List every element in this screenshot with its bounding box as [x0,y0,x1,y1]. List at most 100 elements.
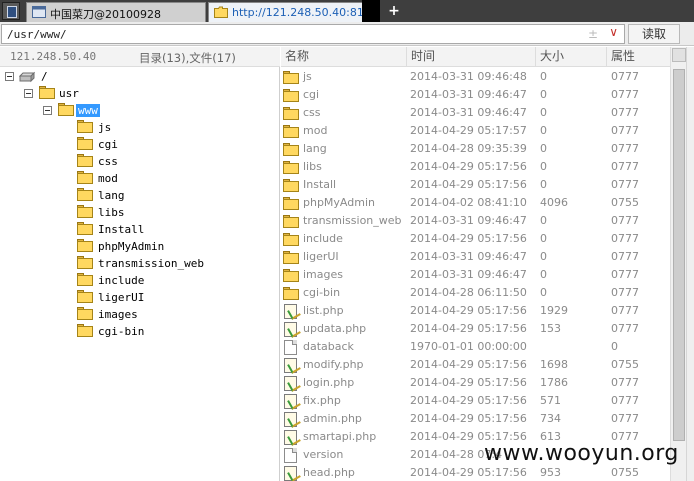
file-row[interactable]: include 2014-04-29 05:17:56 0 0777 [281,230,670,248]
file-row[interactable]: fix.php 2014-04-29 05:17:56 571 0777 [281,392,670,410]
tree-node-include[interactable]: include [77,273,267,290]
tree-node-ligerui[interactable]: ligerUI [77,290,267,307]
collapse-icon[interactable] [5,72,14,81]
tree-node-root[interactable]: / [5,69,125,86]
file-row[interactable]: admin.php 2014-04-29 05:17:56 734 0777 [281,410,670,428]
tree-node-transmission_web[interactable]: transmission_web [77,256,267,273]
php-file-icon [283,412,299,427]
side-strip [686,47,694,481]
tree-node-mod[interactable]: mod [77,171,267,188]
file-name: Install [303,178,337,191]
file-time: 2014-03-31 09:46:47 [410,250,527,263]
file-size: 153 [540,322,561,335]
file-name: ligerUI [303,250,339,263]
file-row[interactable]: cgi 2014-03-31 09:46:47 0 0777 [281,86,670,104]
folder-icon [77,239,93,253]
file-name: list.php [303,304,344,317]
folder-icon [214,6,228,18]
file-name: modify.php [303,358,364,371]
host-ip: 121.248.50.40 [10,50,97,63]
collapse-icon[interactable] [43,106,52,115]
column-header-size[interactable]: 大小 [536,47,607,67]
file-name: mod [303,124,328,137]
column-header-perm[interactable]: 属性 [607,47,670,67]
new-tab-button[interactable]: + [386,3,402,19]
path-input[interactable]: /usr/www/ ± ∨ [1,24,625,44]
file-size: 0 [540,250,547,263]
file-row[interactable]: list.php 2014-04-29 05:17:56 1929 0777 [281,302,670,320]
column-header-time[interactable]: 时间 [407,47,536,67]
tree-node-install[interactable]: Install [77,222,267,239]
tab-remote-host[interactable]: http://121.248.50.40:8181/ [208,2,380,22]
file-perm: 0777 [611,412,639,425]
file-name: smartapi.php [303,430,377,443]
file-row[interactable]: mod 2014-04-29 05:17:57 0 0777 [281,122,670,140]
file-row[interactable]: updata.php 2014-04-29 05:17:56 153 0777 [281,320,670,338]
file-row[interactable]: head.php 2014-04-29 05:17:56 953 0755 [281,464,670,481]
file-time: 2014-04-28 06:11:50 [410,286,527,299]
file-row[interactable]: lang 2014-04-28 09:35:39 0 0777 [281,140,670,158]
tab-chopper[interactable]: 中国菜刀@20100928 [26,2,206,22]
tree-node-images[interactable]: images [77,307,267,324]
folder-icon [77,273,93,287]
folder-icon [77,222,93,236]
file-time: 1970-01-01 00:00:00 [410,340,527,353]
file-row[interactable]: databack 1970-01-01 00:00:00 0 [281,338,670,356]
file-perm: 0755 [611,466,639,479]
column-header-name[interactable]: 名称 [281,47,407,67]
file-time: 2014-04-29 05:17:56 [410,394,527,407]
file-row[interactable]: images 2014-03-31 09:46:47 0 0777 [281,266,670,284]
file-row[interactable]: modify.php 2014-04-29 05:17:56 1698 0755 [281,356,670,374]
tree-node-phpmyadmin[interactable]: phpMyAdmin [77,239,267,256]
file-row[interactable]: cgi-bin 2014-04-28 06:11:50 0 0777 [281,284,670,302]
file-time: 2014-04-02 08:41:10 [410,196,527,209]
file-name: updata.php [303,322,367,335]
file-size: 0 [540,178,547,191]
tree-node-css[interactable]: css [77,154,267,171]
collapse-icon[interactable] [24,89,33,98]
chevron-down-icon[interactable]: ∨ [609,25,618,39]
file-size: 0 [540,142,547,155]
tree-node-www[interactable]: www [43,103,163,120]
file-perm: 0777 [611,304,639,317]
file-row[interactable]: transmission_web 2014-03-31 09:46:47 0 0777 [281,212,670,230]
php-file-icon [283,304,299,319]
scroll-up-arrow[interactable] [672,48,686,62]
file-size: 0 [540,124,547,137]
file-time: 2014-03-31 09:46:47 [410,88,527,101]
file-row[interactable]: css 2014-03-31 09:46:47 0 0777 [281,104,670,122]
file-size: 0 [540,268,547,281]
folder-icon [283,160,299,174]
folder-icon [283,142,299,156]
file-perm: 0777 [611,376,639,389]
tree-node-libs[interactable]: libs [77,205,267,222]
tree-node-usr[interactable]: usr [24,86,144,103]
scroll-thumb[interactable] [673,69,685,441]
tree-node-cgi[interactable]: cgi [77,137,267,154]
tree-node-lang[interactable]: lang [77,188,267,205]
file-row[interactable]: phpMyAdmin 2014-04-02 08:41:10 4096 0755 [281,194,670,212]
file-row[interactable]: Install 2014-04-29 05:17:56 0 0777 [281,176,670,194]
file-row[interactable]: js 2014-03-31 09:46:48 0 0777 [281,68,670,86]
file-row[interactable]: libs 2014-04-29 05:17:56 0 0777 [281,158,670,176]
folder-icon [283,286,299,300]
tree-label: ligerUI [98,291,145,304]
file-time: 2014-04-29 05:17:56 [410,322,527,335]
tree-node-js[interactable]: js [77,120,267,137]
file-row[interactable]: ligerUI 2014-03-31 09:46:47 0 0777 [281,248,670,266]
file-name: admin.php [303,412,362,425]
folder-icon [77,256,93,270]
php-file-icon [283,430,299,445]
folder-open-icon [58,103,74,117]
drive-icon [19,71,35,83]
window-menu-button[interactable] [2,2,20,20]
file-row[interactable]: login.php 2014-04-29 05:17:56 1786 0777 [281,374,670,392]
folder-icon [283,88,299,102]
vertical-scrollbar[interactable] [670,47,686,481]
folder-icon [283,70,299,84]
tree-label: Install [98,223,145,236]
file-perm: 0777 [611,322,639,335]
tree-node-cgi-bin[interactable]: cgi-bin [77,324,267,341]
clear-icon[interactable]: ± [588,27,598,41]
read-button[interactable]: 读取 [628,24,680,44]
